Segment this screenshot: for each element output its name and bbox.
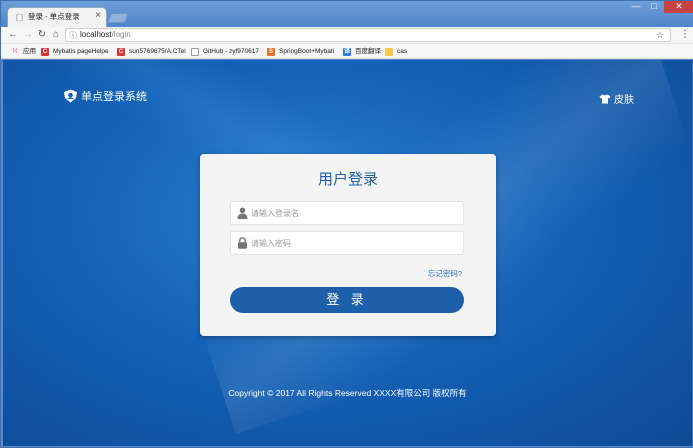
apps-grid-icon: ⁙: [12, 48, 18, 55]
bookmark-label: Mybatis pageHelpe: [53, 48, 109, 55]
username-input[interactable]: [251, 205, 456, 221]
close-tab-icon[interactable]: ×: [95, 10, 101, 21]
skin-label: 皮肤: [614, 95, 634, 106]
c-red-icon: C: [41, 48, 49, 56]
bookmarks-bar: ⁙ 应用 C Mybatis pageHelpe C sun5769675/A.…: [1, 44, 693, 59]
url-path: /login: [111, 30, 131, 39]
tab-title: 登录 - 单点登录: [28, 12, 80, 21]
bookmark-label: cas: [397, 48, 408, 55]
folder-icon: [385, 48, 393, 56]
password-field[interactable]: [230, 231, 464, 255]
login-button[interactable]: 登 录: [230, 287, 464, 313]
bookmark-label: sun5769675/A.CTel: [129, 48, 186, 55]
reload-icon[interactable]: ↻: [35, 28, 49, 42]
translate-icon: 译: [343, 48, 351, 56]
bookmark-springboot[interactable]: S SpringBoot+Mybati: [267, 47, 334, 57]
browser-window: 登录 - 单点登录 × — □ ✕ ← → ↻ ⌂ ⓘ localhost/lo…: [0, 0, 693, 448]
login-page: 单点登录系统 皮肤 用户登录 请输入登录名 忘记密码? 登 录 Copyrigh…: [3, 60, 692, 446]
c-red-icon: C: [117, 48, 125, 56]
url-host: localhost: [80, 30, 112, 39]
bookmark-baidu-translate[interactable]: 译 百度翻译: [343, 47, 381, 57]
login-card: 用户登录 忘记密码? 登 录: [200, 154, 496, 336]
maximize-icon[interactable]: □: [646, 1, 662, 13]
bookmark-apps[interactable]: ⁙ 应用: [11, 47, 36, 57]
bookmark-label: SpringBoot+Mybati: [279, 48, 335, 55]
login-title: 用户登录: [317, 171, 378, 188]
bookmark-sun[interactable]: C sun5769675/A.CTel: [117, 47, 186, 57]
bookmark-star-icon[interactable]: ☆: [656, 29, 664, 41]
bookmark-label: 百度翻译: [355, 48, 381, 55]
browser-toolbar: ← → ↻ ⌂ ⓘ localhost/login ☆ ⋮: [1, 27, 693, 44]
browser-menu-icon[interactable]: ⋮: [680, 28, 690, 42]
skin-button[interactable]: 皮肤: [599, 91, 634, 106]
bookmark-cas[interactable]: cas: [385, 47, 407, 57]
info-icon: ⓘ: [69, 31, 77, 40]
address-bar[interactable]: ⓘ localhost/login ☆: [65, 28, 671, 42]
bookmark-github[interactable]: GitHub - zyf970617: [191, 47, 259, 57]
password-input[interactable]: [251, 235, 456, 251]
brand-logo: 单点登录系统: [63, 88, 147, 104]
browser-tab[interactable]: 登录 - 单点登录 ×: [7, 7, 107, 27]
lock-icon: [238, 237, 247, 249]
page-icon: [191, 48, 199, 56]
username-field[interactable]: [230, 201, 464, 225]
new-tab-button[interactable]: [107, 13, 129, 23]
close-window-icon[interactable]: ✕: [664, 1, 693, 13]
shield-logo-icon: [64, 89, 77, 103]
home-icon[interactable]: ⌂: [49, 28, 63, 42]
brand-title: 单点登录系统: [81, 91, 147, 103]
bookmark-mybatis[interactable]: C Mybatis pageHelpe: [41, 47, 109, 57]
orange-icon: S: [267, 48, 275, 56]
copyright-text: Copyright © 2017 All Rights Reserved XXX…: [228, 388, 467, 398]
user-icon: [237, 207, 248, 219]
forward-icon[interactable]: →: [21, 28, 35, 42]
page-icon: [16, 14, 23, 21]
back-icon[interactable]: ←: [6, 28, 20, 42]
forgot-password-link[interactable]: 忘记密码?: [428, 268, 462, 279]
tshirt-icon: [599, 94, 611, 103]
bookmark-label: GitHub - zyf970617: [203, 48, 260, 55]
minimize-icon[interactable]: —: [628, 1, 644, 13]
bookmark-label: 应用: [23, 48, 36, 55]
title-bar: 登录 - 单点登录 × — □ ✕: [1, 1, 693, 27]
